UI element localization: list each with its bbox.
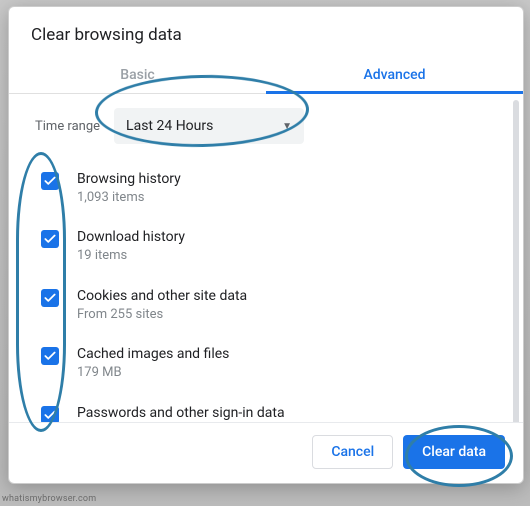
option-browsing-history[interactable]: Browsing history 1,093 items [41,162,489,220]
time-range-label: Time range [35,119,100,134]
time-range-select[interactable]: Last 24 Hours ▼ [114,108,304,144]
scrollbar[interactable] [513,100,519,422]
checkbox[interactable] [41,406,59,422]
dialog-title: Clear browsing data [9,7,523,55]
option-label: Passwords and other sign-in data [77,404,285,422]
option-label: Download history [77,228,185,247]
cancel-button[interactable]: Cancel [312,435,393,469]
option-passwords[interactable]: Passwords and other sign-in data None [41,396,489,422]
watermark: whatismybrowser.com [2,494,96,504]
option-label: Cookies and other site data [77,287,247,306]
tabs: Basic Advanced [9,55,523,94]
checkbox[interactable] [41,230,59,248]
time-range-row: Time range Last 24 Hours ▼ [9,94,511,160]
option-sub: 1,093 items [77,189,181,207]
checkbox[interactable] [41,347,59,365]
tab-basic[interactable]: Basic [9,55,266,93]
option-label: Browsing history [77,170,181,189]
option-sub: 19 items [77,247,185,265]
checkbox[interactable] [41,289,59,307]
checkbox[interactable] [41,172,59,190]
clear-data-button[interactable]: Clear data [403,435,505,469]
options-list: Browsing history 1,093 items Download hi… [9,160,511,422]
dialog-body: Time range Last 24 Hours ▼ Browsing hist… [9,94,523,422]
dialog-footer: Cancel Clear data [9,422,523,483]
option-download-history[interactable]: Download history 19 items [41,220,489,278]
option-sub: 179 MB [77,364,229,382]
tab-advanced[interactable]: Advanced [266,55,523,93]
option-cached[interactable]: Cached images and files 179 MB [41,337,489,395]
option-cookies[interactable]: Cookies and other site data From 255 sit… [41,279,489,337]
option-label: Cached images and files [77,345,229,364]
chevron-down-icon: ▼ [282,121,292,132]
time-range-value: Last 24 Hours [126,118,213,134]
option-sub: From 255 sites [77,306,247,324]
clear-browsing-data-dialog: Clear browsing data Basic Advanced Time … [8,6,524,484]
